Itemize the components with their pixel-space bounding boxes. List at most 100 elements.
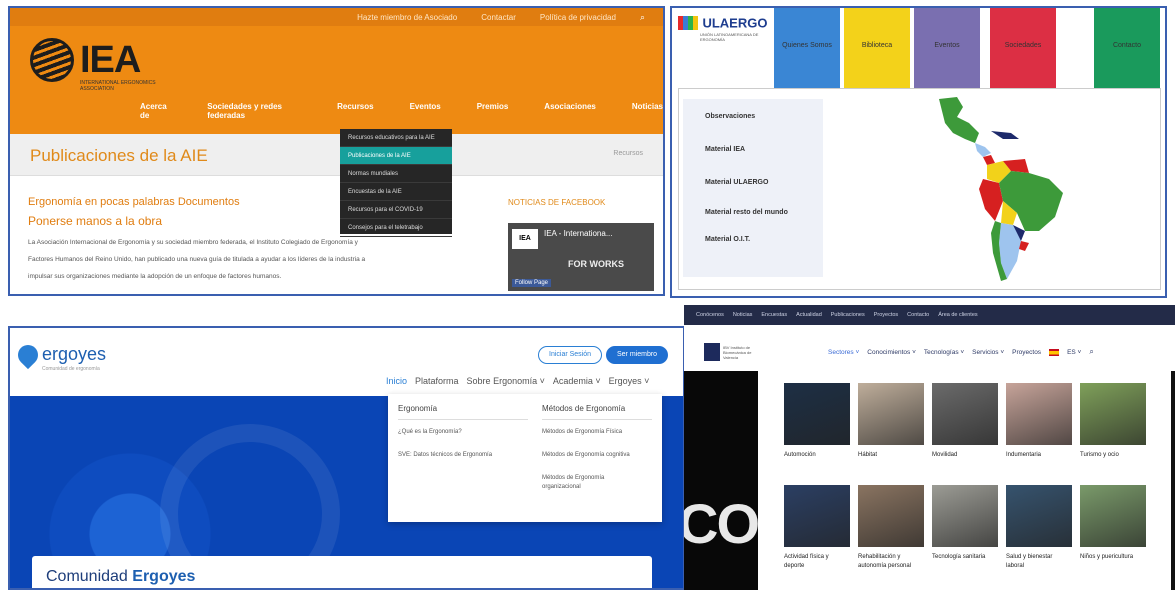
latin-america-map[interactable]	[879, 93, 1069, 285]
iea-top-link[interactable]: Hazte miembro de Asociado	[357, 13, 457, 22]
sector-image	[1080, 485, 1146, 547]
ulaergo-screenshot-panel: ULAERGO UNIÓN LATINOAMERICANA DE ERGONOM…	[670, 6, 1167, 298]
menu-item-selected[interactable]: Publicaciones de la AIE	[340, 147, 452, 165]
facebook-widget[interactable]: IEA IEA - Internationa... FOR WORKS Foll…	[508, 223, 654, 291]
top-link[interactable]: Contacto	[907, 312, 929, 318]
top-link[interactable]: Proyectos	[874, 312, 898, 318]
sector-tile-habitat[interactable]: Hábitat	[858, 383, 924, 460]
nav-item-tecnologias[interactable]: Tecnologías ˅	[924, 349, 964, 356]
sector-image	[1006, 485, 1072, 547]
nav-item-plataforma[interactable]: Plataforma	[415, 376, 459, 386]
sector-tile-ninos[interactable]: Niños y puericultura	[1080, 485, 1146, 562]
sector-tile-rehabilitacion[interactable]: Rehabilitación y autonomía personal	[858, 485, 924, 571]
portal-top-bar: Conócenos Noticias Encuestas Actualidad …	[684, 305, 1175, 325]
color-bars-icon	[678, 15, 698, 30]
search-icon[interactable]: ⌕	[1089, 347, 1093, 357]
login-button[interactable]: Iniciar Sesión	[538, 346, 603, 364]
nav-item-ergoyes[interactable]: Ergoyes ˅	[609, 376, 650, 386]
ergoyes-main-nav: Inicio Plataforma Sobre Ergonomía ˅ Acad…	[386, 376, 649, 386]
map-region-central-america[interactable]	[975, 143, 991, 157]
nav-item-sectores[interactable]: Sectores ˅	[828, 349, 859, 356]
menu-item[interactable]: Recursos educativos para la AIE	[340, 129, 452, 147]
top-link[interactable]: Encuestas	[761, 312, 787, 318]
register-button[interactable]: Ser miembro	[606, 346, 669, 364]
language-selector[interactable]: ES ˅	[1067, 349, 1081, 356]
nav-item-proyectos[interactable]: Proyectos	[1012, 349, 1041, 356]
ulaergo-content: Observaciones Material IEA Material ULAE…	[678, 88, 1161, 290]
portal-logo[interactable]: IBV Instituto de Biomecánica de Valencia	[704, 341, 760, 363]
sector-tile-movilidad[interactable]: Movilidad	[932, 383, 998, 460]
community-title-prefix: Comunidad	[46, 568, 128, 585]
sidebar-item-observaciones[interactable]: Observaciones	[683, 113, 823, 120]
sector-tile-actividad-fisica[interactable]: Actividad física y deporte	[784, 485, 850, 571]
ergoyes-logo[interactable]: ergoyes Comunidad de ergonomía	[13, 340, 107, 372]
nav-item-premios[interactable]: Premios	[477, 102, 509, 120]
iea-top-link[interactable]: Contactar	[481, 13, 516, 22]
tab-quienes-somos[interactable]: Quienes Somos	[774, 8, 840, 88]
sector-label: Tecnología sanitaria	[932, 554, 986, 560]
search-icon[interactable]: ⌕	[640, 12, 645, 23]
nav-item-academia[interactable]: Academia ˅	[553, 376, 601, 386]
nav-item-servicios[interactable]: Servicios ˅	[972, 349, 1004, 356]
menu-item[interactable]: Normas mundiales	[340, 165, 452, 183]
nav-item-conocimientos[interactable]: Conocimientos ˅	[867, 349, 916, 356]
portal-hero-right	[1171, 371, 1175, 590]
mega-menu-link[interactable]: SVE: Datos técnicos de Ergonomía	[398, 451, 528, 460]
sidebar-item-material-iea[interactable]: Material IEA	[683, 146, 823, 153]
sector-tile-automocion[interactable]: Automoción	[784, 383, 850, 460]
tab-eventos[interactable]: Eventos	[914, 8, 980, 88]
sidebar-item-material-oit[interactable]: Material O.I.T.	[683, 236, 823, 243]
tab-biblioteca[interactable]: Biblioteca	[844, 8, 910, 88]
nav-item-noticias[interactable]: Noticias	[632, 102, 663, 120]
article-subheading: Ponerse manos a la obra	[28, 214, 163, 228]
top-link[interactable]: Actualidad	[796, 312, 822, 318]
sector-tile-indumentaria[interactable]: Indumentaria	[1006, 383, 1072, 460]
community-title-brand: Ergoyes	[132, 568, 196, 585]
page-title: Publicaciones de la AIE	[30, 146, 208, 165]
top-link[interactable]: Publicaciones	[831, 312, 865, 318]
mega-menu: Ergonomía ¿Qué es la Ergonomía? SVE: Dat…	[388, 394, 662, 522]
mega-menu-link[interactable]: ¿Qué es la Ergonomía?	[398, 428, 528, 437]
map-region-mexico[interactable]	[939, 97, 979, 143]
mega-menu-link[interactable]: Métodos de Ergonomía Física	[542, 428, 652, 437]
iea-logo[interactable]: IEA INTERNATIONAL ERGONOMICS ASSOCIATION	[30, 38, 156, 92]
community-title: Comunidad Ergoyes	[46, 568, 195, 586]
nav-item-asociaciones[interactable]: Asociaciones	[544, 102, 596, 120]
spain-flag-icon[interactable]	[1049, 348, 1060, 356]
top-link[interactable]: Área de clientes	[938, 312, 977, 318]
tab-sociedades[interactable]: Sociedades	[990, 8, 1056, 88]
sidebar-item-material-resto[interactable]: Material resto del mundo	[683, 208, 793, 218]
sidebar-item-material-ulaergo[interactable]: Material ULAERGO	[683, 179, 823, 186]
article-heading: Ergonomía en pocas palabras Documentos	[28, 196, 240, 208]
nav-item-recursos[interactable]: Recursos	[337, 102, 373, 120]
iea-header: IEA INTERNATIONAL ERGONOMICS ASSOCIATION…	[10, 26, 663, 134]
top-link[interactable]: Noticias	[733, 312, 753, 318]
ergoyes-logo-text: ergoyes	[42, 344, 107, 364]
sector-tile-salud-laboral[interactable]: Salud y bienestar laboral	[1006, 485, 1072, 571]
ulaergo-logo[interactable]: ULAERGO UNIÓN LATINOAMERICANA DE ERGONOM…	[678, 14, 780, 42]
map-region-caribbean[interactable]	[991, 131, 1019, 139]
nav-item-acerca[interactable]: Acerca de	[140, 102, 171, 120]
map-region-peru[interactable]	[979, 179, 1003, 221]
fb-page-logo: IEA	[512, 229, 538, 249]
mega-menu-link[interactable]: Métodos de Ergonomía cognitiva	[542, 451, 652, 460]
nav-item-eventos[interactable]: Eventos	[410, 102, 441, 120]
mega-menu-column-ergonomia: Ergonomía ¿Qué es la Ergonomía? SVE: Dat…	[398, 404, 528, 474]
fb-follow-button[interactable]: Follow Page	[512, 279, 552, 287]
iea-top-link[interactable]: Política de privacidad	[540, 13, 616, 22]
top-link[interactable]: Conócenos	[696, 312, 724, 318]
sector-tile-tecnologia-sanitaria[interactable]: Tecnología sanitaria	[932, 485, 998, 562]
breadcrumb[interactable]: Recursos	[613, 150, 643, 157]
tab-contacto[interactable]: Contacto	[1094, 8, 1160, 88]
sector-tile-turismo[interactable]: Turismo y ocio	[1080, 383, 1146, 460]
nav-item-sociedades[interactable]: Sociedades y redes federadas	[207, 102, 301, 120]
fb-page-title[interactable]: IEA - Internationa...	[544, 229, 612, 238]
nav-item-sobre-ergonomia[interactable]: Sobre Ergonomía ˅	[467, 376, 545, 386]
sector-image	[1080, 383, 1146, 445]
mega-menu-link[interactable]: Métodos de Ergonomía organizacional	[542, 474, 622, 492]
nav-item-inicio[interactable]: Inicio	[386, 376, 407, 386]
sector-label: Turismo y ocio	[1080, 452, 1119, 458]
ulaergo-header: ULAERGO UNIÓN LATINOAMERICANA DE ERGONOM…	[672, 8, 1165, 88]
ergoyes-screenshot-panel: ergoyes Comunidad de ergonomía Iniciar S…	[8, 326, 685, 590]
community-card: Comunidad Ergoyes	[32, 556, 652, 588]
